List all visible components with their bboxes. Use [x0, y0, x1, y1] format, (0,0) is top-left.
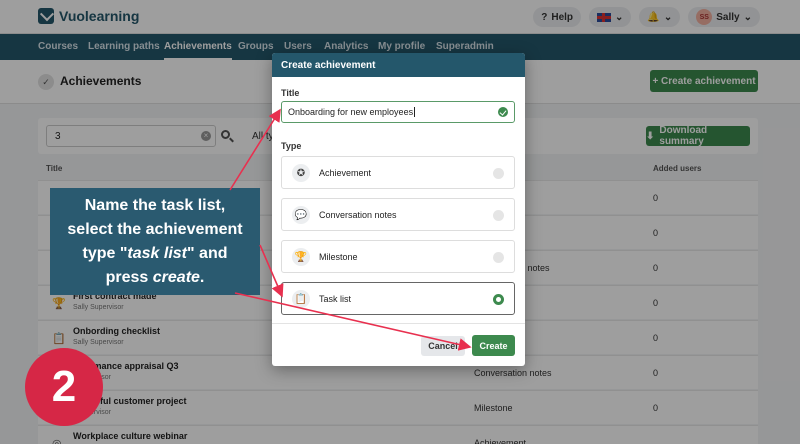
step-number-badge: 2: [25, 348, 103, 426]
arrow-to-task-list: [259, 244, 284, 298]
callout-arrows: [229, 108, 472, 351]
arrow-to-title: [229, 108, 281, 191]
arrow-to-create: [234, 292, 472, 351]
